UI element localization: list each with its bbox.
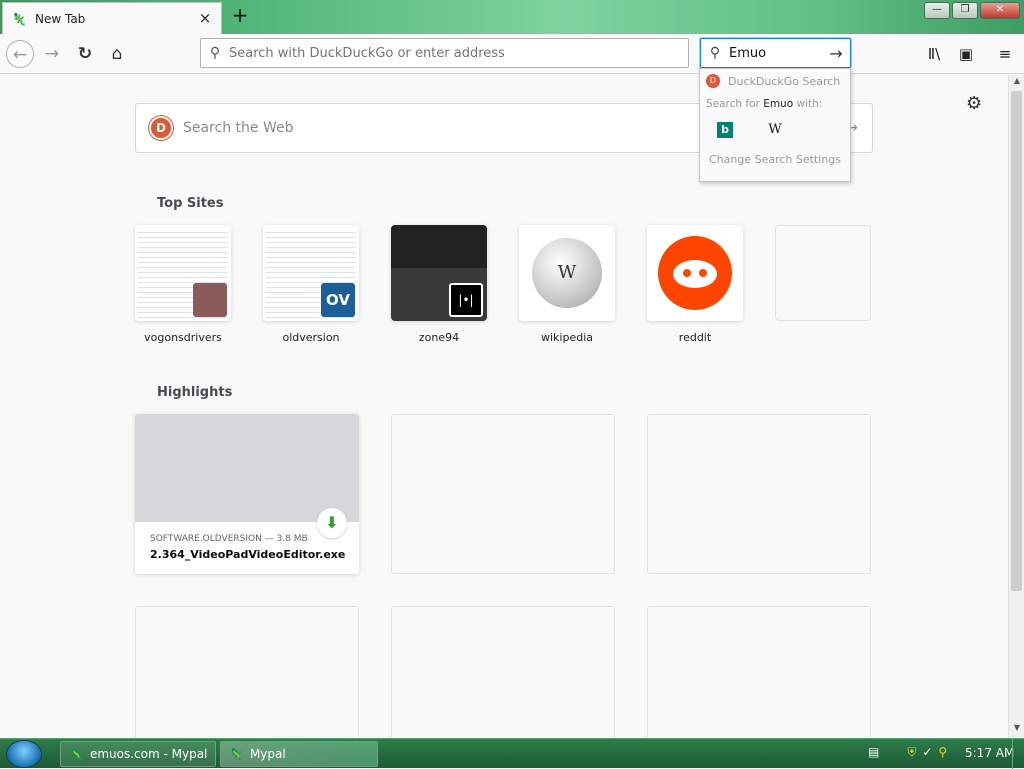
highlight-card-empty xyxy=(647,606,871,738)
tab-close-icon[interactable]: × xyxy=(197,10,213,27)
highlights-grid-row-2 xyxy=(135,606,871,738)
highlights-grid: ⬇ SOFTWARE.OLDVERSION — 3.8 MB 2.364_Vid… xyxy=(135,414,871,574)
highlight-card-empty xyxy=(391,606,615,738)
start-button[interactable] xyxy=(6,740,42,768)
sidebar-toggle-button[interactable]: ▣ xyxy=(956,44,976,64)
top-site-reddit[interactable]: reddit xyxy=(647,225,743,344)
highlight-filename: 2.364_VideoPadVideoEditor.exe xyxy=(150,548,346,561)
wikipedia-globe-icon: W xyxy=(532,238,602,308)
taskbar-item-mypal[interactable]: 🦎 Mypal xyxy=(220,741,378,767)
highlight-card-empty xyxy=(647,414,871,574)
clock[interactable]: 5:17 AM xyxy=(965,746,1014,760)
title-bar: 🦎 New Tab × + — ❐ ✕ xyxy=(0,0,1024,34)
download-icon: ⬇ xyxy=(317,508,347,538)
new-tab-page: ⚙ D → Top Sites vogonsdrivers OV oldvers… xyxy=(0,75,1008,738)
search-bar[interactable]: ⚲ Emuo → xyxy=(700,38,851,68)
top-site-vogonsdrivers[interactable]: vogonsdrivers xyxy=(135,225,231,344)
new-tab-button[interactable]: + xyxy=(228,5,252,27)
zone94-icon: |•| xyxy=(449,283,483,317)
window-controls: — ❐ ✕ xyxy=(924,2,1020,19)
search-icon[interactable]: ⚲ xyxy=(938,745,947,760)
menu-button[interactable]: ≡ xyxy=(995,44,1015,64)
vogons-icon xyxy=(193,283,227,317)
site-thumbnail xyxy=(647,225,743,321)
minimize-button[interactable]: — xyxy=(924,2,950,19)
search-icon: ⚲ xyxy=(709,45,721,61)
maximize-button[interactable]: ❐ xyxy=(952,2,978,19)
emu-icon: 🦎 xyxy=(11,11,27,26)
highlight-card[interactable]: ⬇ SOFTWARE.OLDVERSION — 3.8 MB 2.364_Vid… xyxy=(135,414,359,574)
bing-icon[interactable]: b xyxy=(717,122,733,138)
taskbar-item-label: Mypal xyxy=(249,747,286,761)
close-window-button[interactable]: ✕ xyxy=(980,2,1020,19)
top-site-oldversion[interactable]: OV oldversion xyxy=(263,225,359,344)
top-sites-title: Top Sites xyxy=(157,196,224,211)
taskbar-item-label: emuos.com - Mypal xyxy=(89,747,208,761)
reddit-icon xyxy=(658,236,732,310)
gear-icon[interactable]: ⚙ xyxy=(966,93,982,114)
reload-button[interactable]: ↻ xyxy=(71,40,99,68)
search-input[interactable]: Emuo xyxy=(729,46,822,61)
duckduckgo-logo-icon: D xyxy=(149,116,173,140)
emu-icon: 🦎 xyxy=(69,747,84,761)
change-search-settings-button[interactable]: Change Search Settings xyxy=(700,145,850,175)
search-term: Emuo xyxy=(763,98,794,110)
site-label: vogonsdrivers xyxy=(144,331,222,344)
system-tray: ▤ ⛨ ✓ ⚲ xyxy=(868,745,947,760)
search-for-prefix: Search for xyxy=(706,98,764,110)
scroll-down-icon[interactable]: ▼ xyxy=(1009,723,1024,737)
site-label: wikipedia xyxy=(540,331,593,344)
scrollbar-thumb[interactable] xyxy=(1011,91,1022,591)
site-label: zone94 xyxy=(418,331,460,344)
shield-icon[interactable]: ⛨ xyxy=(907,745,916,760)
engine-name: DuckDuckGo Search xyxy=(728,74,841,88)
show-desktop-button[interactable] xyxy=(1012,739,1024,769)
scroll-up-icon[interactable]: ▲ xyxy=(1009,76,1024,90)
search-suggestions-popup: D DuckDuckGo Search Search for Emuo with… xyxy=(699,68,851,182)
emu-icon: 🦎 xyxy=(229,747,244,761)
address-input[interactable] xyxy=(229,45,688,61)
site-label: oldversion xyxy=(282,331,340,344)
highlight-preview xyxy=(135,414,359,522)
library-button[interactable]: Ⅱ\ xyxy=(924,44,944,64)
back-button[interactable]: ← xyxy=(6,40,34,68)
site-label: reddit xyxy=(678,331,712,344)
highlight-card-empty xyxy=(135,606,359,738)
oldversion-icon: OV xyxy=(321,283,355,317)
highlight-card-empty xyxy=(391,414,615,574)
tab-title: New Tab xyxy=(35,11,86,26)
forward-button[interactable]: → xyxy=(38,40,66,68)
network-icon[interactable]: ✓ xyxy=(922,745,932,760)
keyboard-icon[interactable]: ▤ xyxy=(868,745,879,760)
highlights-title: Highlights xyxy=(157,385,233,400)
site-thumbnail-empty xyxy=(775,225,871,321)
search-for-suffix: with: xyxy=(793,98,823,110)
site-thumbnail: W xyxy=(519,225,615,321)
site-thumbnail: |•| xyxy=(391,225,487,321)
search-icon: ⚲ xyxy=(209,45,221,61)
taskbar: 🦎 emuos.com - Mypal 🦎 Mypal ▤ ⛨ ✓ ⚲ 5:17… xyxy=(0,738,1024,769)
engine-list: b W xyxy=(700,115,850,145)
top-sites-grid: vogonsdrivers OV oldversion |•| zone94 W… xyxy=(135,225,871,344)
top-site-wikipedia[interactable]: W wikipedia xyxy=(519,225,615,344)
top-site-empty[interactable] xyxy=(775,225,871,344)
home-button[interactable]: ⌂ xyxy=(103,40,131,68)
search-for-text: Search for Emuo with: xyxy=(700,93,850,115)
reddit-alien-face xyxy=(673,260,717,288)
wikipedia-icon[interactable]: W xyxy=(767,122,783,138)
tab-new-tab[interactable]: 🦎 New Tab × xyxy=(2,2,222,34)
site-thumbnail: OV xyxy=(263,225,359,321)
duckduckgo-icon: D xyxy=(706,74,720,88)
top-site-zone94[interactable]: |•| zone94 xyxy=(391,225,487,344)
taskbar-item-emuos[interactable]: 🦎 emuos.com - Mypal xyxy=(60,741,216,767)
search-go-button[interactable]: → xyxy=(822,44,850,63)
site-thumbnail xyxy=(135,225,231,321)
vertical-scrollbar[interactable]: ▲ ▼ xyxy=(1008,75,1024,738)
address-bar[interactable]: ⚲ xyxy=(200,38,689,68)
navigation-toolbar: ← → ↻ ⌂ ⚲ ⚲ Emuo → Ⅱ\ ▣ ≡ xyxy=(0,34,1024,74)
dropdown-header: D DuckDuckGo Search xyxy=(700,69,850,93)
